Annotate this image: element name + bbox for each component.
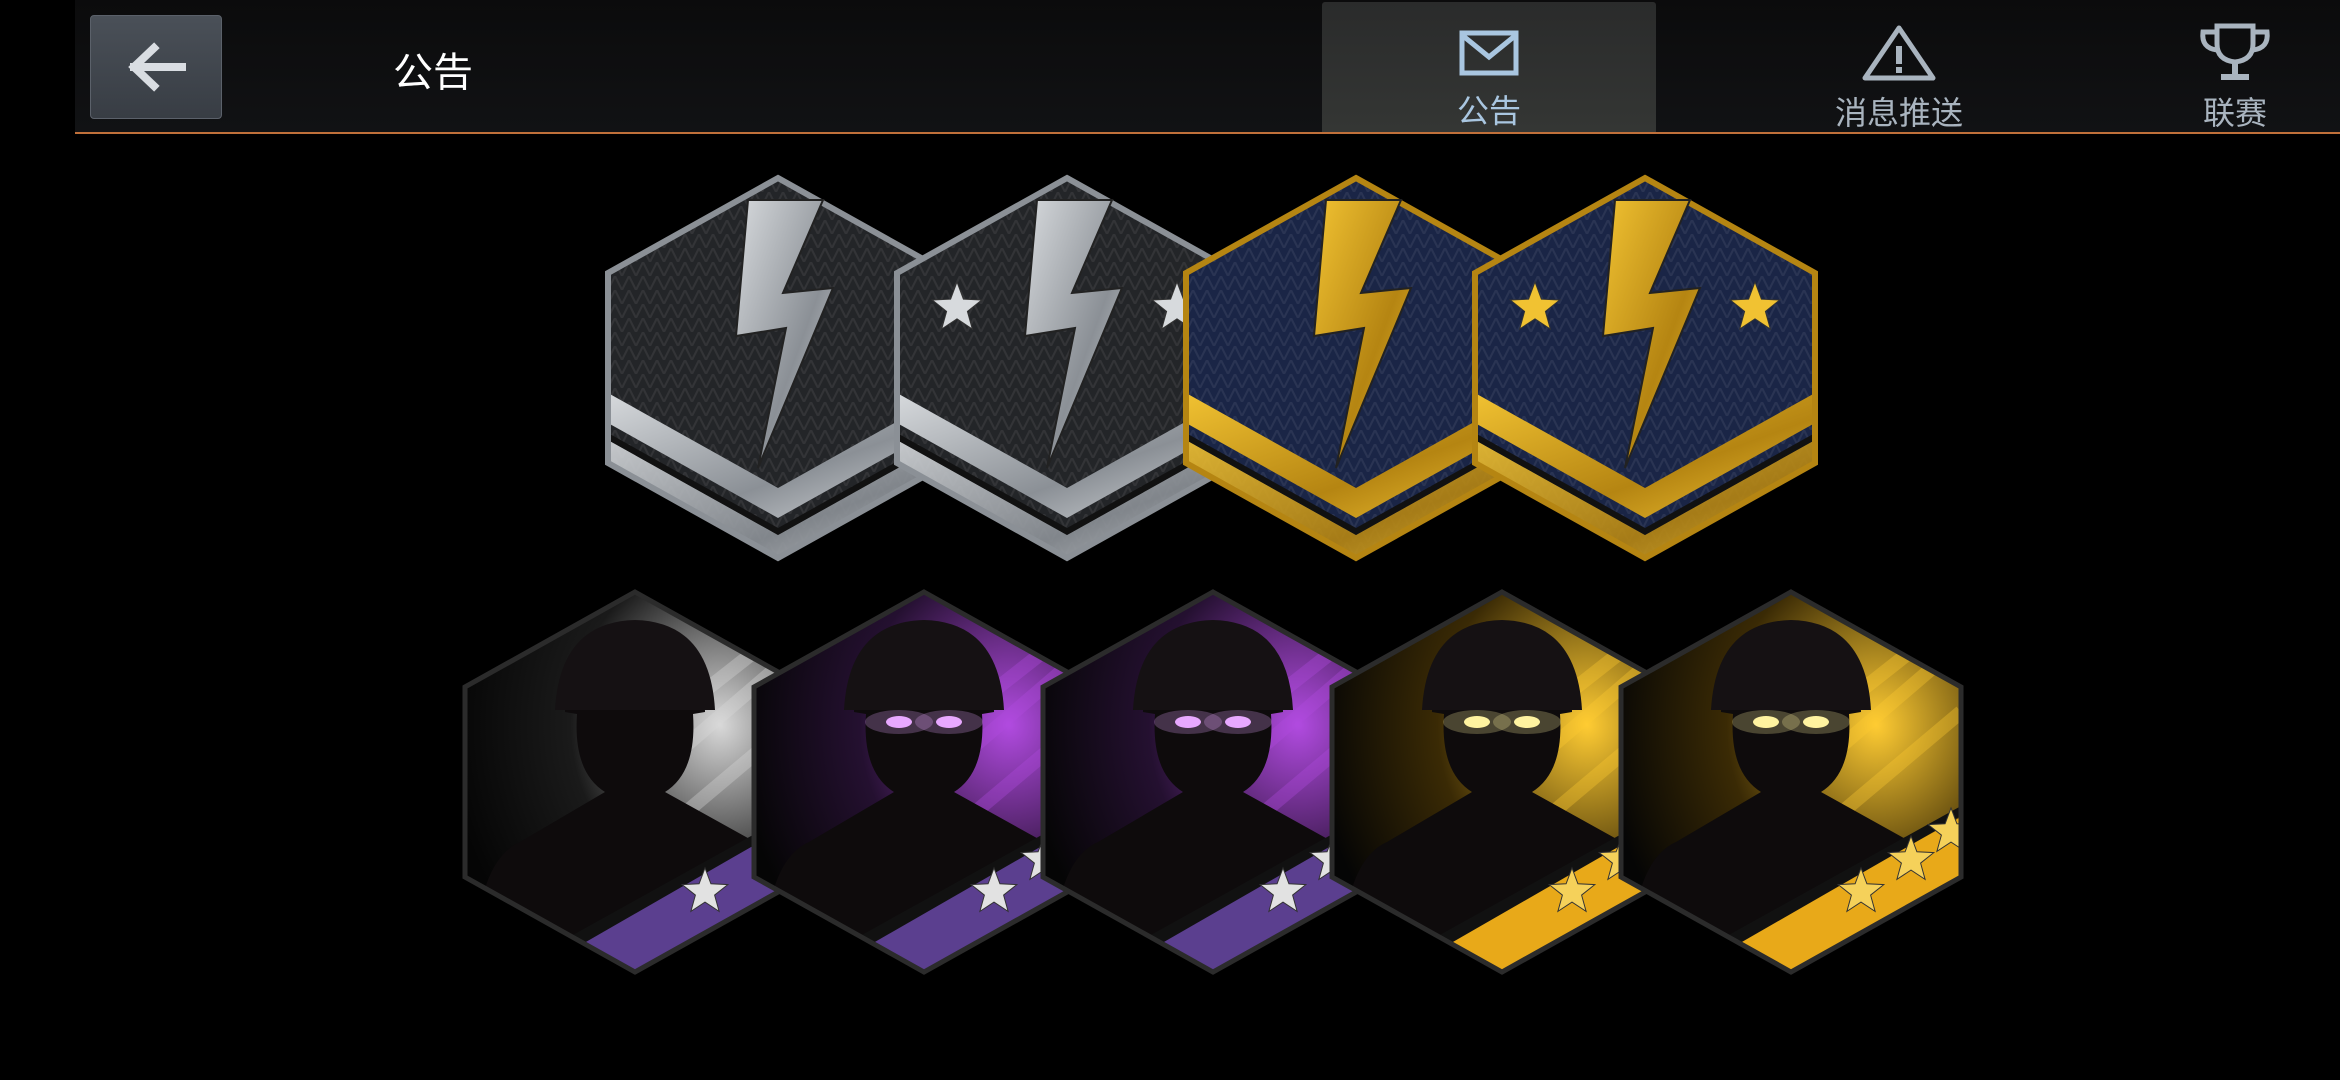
back-button[interactable] <box>90 15 222 119</box>
tab-message-push-label: 消息推送 <box>1834 94 1963 132</box>
envelope-icon <box>1459 30 1519 76</box>
tab-league[interactable]: 联赛 <box>2068 2 2340 132</box>
soldier-badge-5 <box>1618 589 1964 975</box>
tab-announcement-label: 公告 <box>1456 92 1521 130</box>
page-title: 公告 <box>393 50 473 96</box>
tab-league-label: 联赛 <box>2202 94 2267 132</box>
arrow-left-icon <box>128 42 186 92</box>
tab-announcement[interactable]: 公告 <box>1322 2 1656 132</box>
tab-message-push[interactable]: 消息推送 <box>1732 2 2066 132</box>
rank-badge-4 <box>1472 174 1818 562</box>
warning-triangle-icon <box>1862 25 1936 81</box>
trophy-icon <box>2200 23 2270 80</box>
top-bar: 公告 公告 消息推送 联赛 <box>75 0 2340 134</box>
